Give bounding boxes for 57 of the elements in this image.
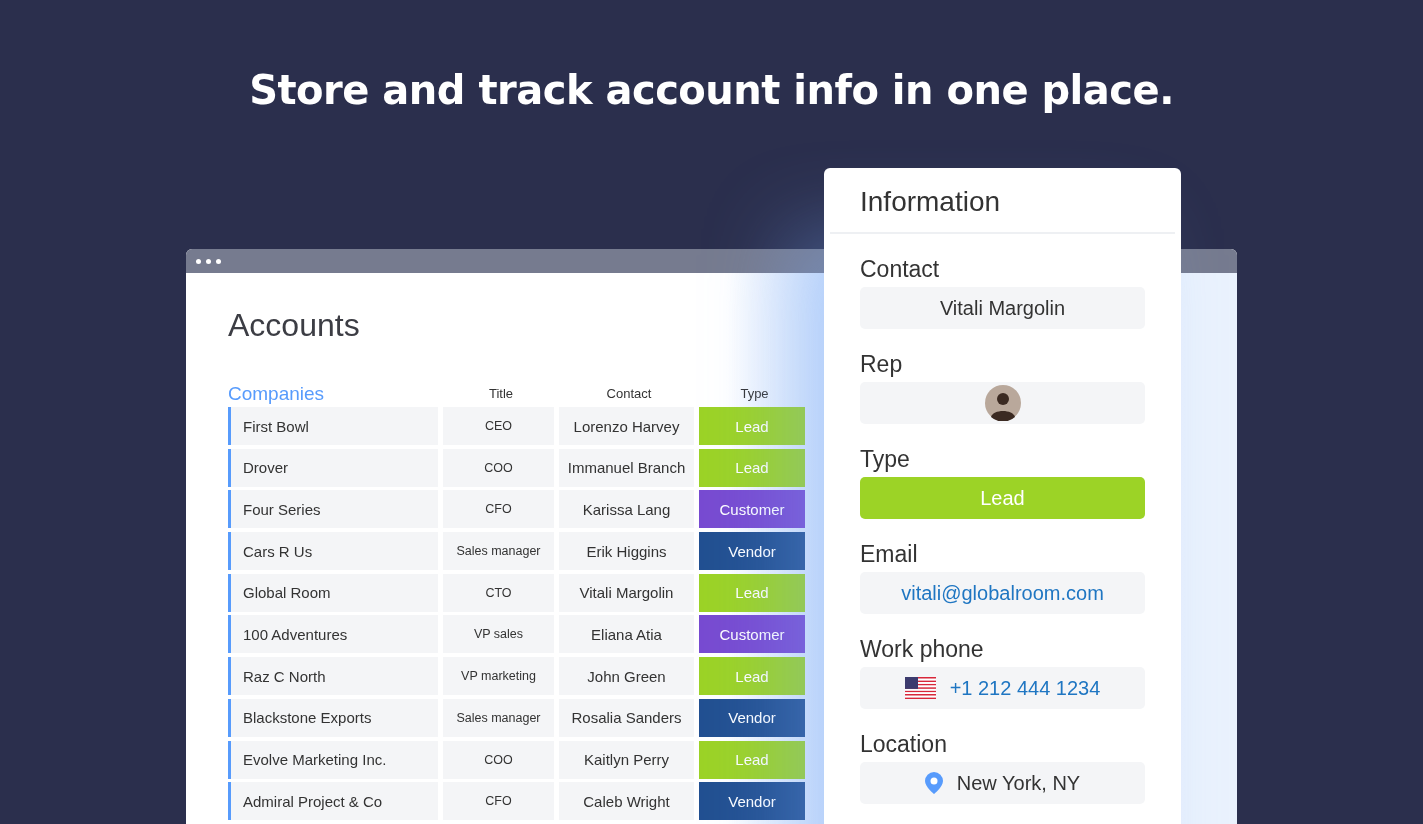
title-cell: Sales manager [443, 698, 554, 737]
column-header: Contact [605, 386, 653, 403]
phone-field[interactable]: +1 212 444 1234 [860, 667, 1145, 709]
contact-cell: Erik Higgins [559, 532, 694, 571]
title-cell: CTO [443, 573, 554, 612]
company-cell[interactable]: Cars R Us [228, 532, 438, 571]
panel-title: Information [860, 186, 1001, 217]
field-label: Rep [860, 350, 904, 379]
company-cell[interactable]: Drover [228, 448, 438, 487]
type-status[interactable]: Customer [699, 615, 805, 654]
title-cell: Sales manager [443, 532, 554, 571]
flag-icon [904, 677, 936, 699]
location-pin-icon [924, 772, 943, 794]
contact-cell: Lorenzo Harvey [559, 407, 694, 445]
company-cell[interactable]: Four Series [228, 490, 438, 529]
headline: Store and track account info in one place. [248, 66, 1175, 115]
title-cell: COO [443, 448, 554, 487]
title-cell: COO [443, 740, 554, 779]
title-cell: CFO [443, 490, 554, 529]
contact-cell: Vitali Margolin [559, 573, 694, 612]
contact-cell: Kaitlyn Perry [559, 740, 694, 779]
contact-cell: Immanuel Branch [559, 448, 694, 487]
company-cell[interactable]: Global Room [228, 573, 438, 612]
type-status[interactable]: Vendor [699, 532, 805, 571]
field-label: Email [860, 540, 919, 569]
company-cell[interactable]: Evolve Marketing Inc. [228, 740, 438, 779]
company-cell[interactable]: 100 Adventures [228, 615, 438, 654]
type-status[interactable]: Customer [699, 490, 805, 529]
rep-field[interactable] [860, 382, 1145, 424]
title-cell: VP sales [443, 615, 554, 654]
title-cell: VP marketing [443, 657, 554, 696]
company-cell[interactable]: Blackstone Exports [228, 698, 438, 737]
contact-cell: Eliana Atia [559, 615, 694, 654]
field-label: Contact [860, 255, 941, 284]
company-cell[interactable]: First Bowl [228, 407, 438, 445]
type-status[interactable]: Vendor [699, 698, 805, 737]
location-field[interactable]: New York, NY [860, 762, 1145, 804]
column-header: Type [739, 386, 770, 403]
title-cell: CEO [443, 407, 554, 445]
location-text: New York, NY [956, 771, 1081, 795]
email-link[interactable]: vitali@globalroom.com [860, 572, 1145, 614]
field-label: Work phone [860, 635, 985, 664]
type-status[interactable]: Vendor [699, 782, 805, 821]
title-cell: CFO [443, 782, 554, 821]
column-header: Title [487, 386, 515, 403]
contact-field[interactable]: Vitali Margolin [860, 287, 1145, 329]
company-cell[interactable]: Raz C North [228, 657, 438, 696]
avatar-icon [984, 385, 1021, 421]
company-cell[interactable]: Admiral Project & Co [228, 782, 438, 821]
field-label: Location [860, 730, 948, 759]
field-label: Type [860, 445, 911, 474]
contact-cell: Caleb Wright [559, 782, 694, 821]
contact-cell: John Green [559, 657, 694, 696]
phone-number[interactable]: +1 212 444 1234 [949, 676, 1101, 700]
contact-cell: Rosalia Sanders [559, 698, 694, 737]
page-title: Accounts [228, 306, 360, 345]
contact-cell: Karissa Lang [559, 490, 694, 529]
